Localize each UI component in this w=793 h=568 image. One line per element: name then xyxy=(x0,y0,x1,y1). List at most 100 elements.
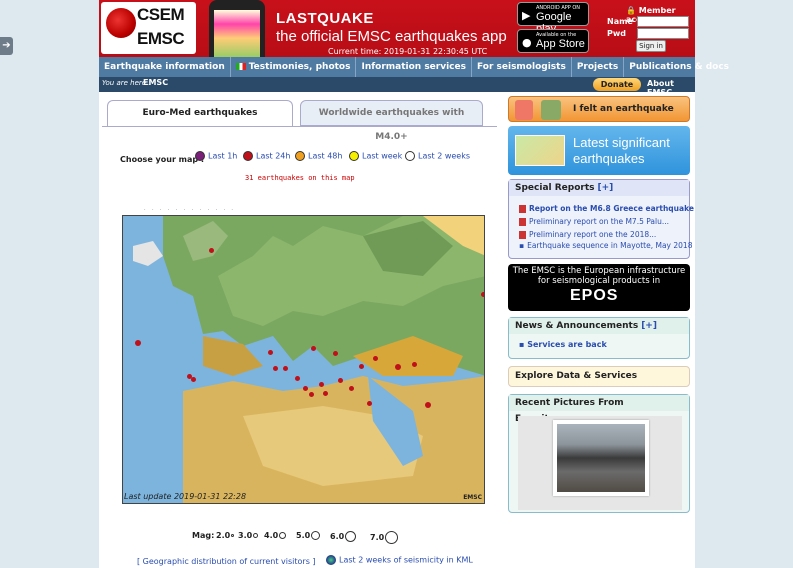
magnitude-4-0: 4.0 xyxy=(264,531,287,540)
explore-box[interactable]: Explore Data & Services xyxy=(508,366,690,387)
yellow-dot-icon xyxy=(349,151,359,161)
bullet-icon: ▪ xyxy=(519,340,528,349)
report-link[interactable]: Preliminary report on the M7.5 Palu... xyxy=(519,217,669,226)
nav-for-seismologists[interactable]: For seismologists xyxy=(472,57,572,77)
special-reports-box: Special Reports [+] Report on the M6.8 Gr… xyxy=(508,179,694,259)
nav-information-services[interactable]: Information services xyxy=(356,57,472,77)
option-last-24h[interactable]: Last 24h xyxy=(243,151,290,165)
quake-marker[interactable] xyxy=(373,356,378,361)
earthquake-count: 31 earthquakes on this map xyxy=(245,174,355,182)
quake-marker[interactable] xyxy=(191,377,196,382)
quake-marker[interactable] xyxy=(273,366,278,371)
app-store-button[interactable]: ● Available on the App Store xyxy=(517,29,589,53)
bullet-icon: ▪ xyxy=(519,241,525,250)
phone-shake-icon xyxy=(515,100,533,120)
name-input[interactable] xyxy=(637,16,689,27)
magnitude-7-0: 7.0 xyxy=(370,531,399,544)
google-play-button[interactable]: ▶ ANDROID APP ON Google play xyxy=(517,2,589,35)
report-link[interactable]: ▪ Earthquake sequence in Mayotte, May 201… xyxy=(519,241,692,250)
visitors-distribution-link[interactable]: [ Geographic distribution of current vis… xyxy=(137,557,316,566)
eyewitness-photo[interactable] xyxy=(553,420,649,496)
report-link[interactable]: Report on the M6.8 Greece earthquake xyxy=(519,204,694,213)
tab-euromed[interactable]: Euro-Med earthquakes xyxy=(107,100,293,126)
latest-significant-button[interactable]: Latest significant earthquakes xyxy=(508,126,690,175)
purple-dot-icon xyxy=(195,151,205,161)
tab-worldwide[interactable]: Worldwide earthquakes with M4.0+ xyxy=(300,100,483,142)
felt-earthquake-button[interactable]: I felt an earthquake xyxy=(508,96,690,122)
italy-flag-icon xyxy=(235,63,246,70)
map-tabs: Euro-Med earthquakes Worldwide earthquak… xyxy=(102,98,497,142)
news-more[interactable]: [+] xyxy=(641,321,657,331)
pdf-icon xyxy=(519,205,526,213)
map-watermark: EMSC xyxy=(463,494,482,501)
emsc-logo[interactable]: CSEM EMSC xyxy=(101,2,196,54)
explore-title: Explore Data & Services xyxy=(515,371,638,381)
breadcrumb-current[interactable]: EMSC xyxy=(143,78,168,87)
quake-marker[interactable] xyxy=(319,382,324,387)
epos-banner[interactable]: The EMSC is the European infrastructure … xyxy=(508,264,690,311)
quake-marker[interactable] xyxy=(283,366,288,371)
option-last-48h[interactable]: Last 48h xyxy=(295,151,342,165)
option-last-1h[interactable]: Last 1h xyxy=(195,151,237,165)
pwd-label: Pwd xyxy=(607,29,626,38)
site-header: CSEM EMSC LASTQUAKE the official EMSC ea… xyxy=(99,0,695,57)
about-emsc-link[interactable]: About EMSC xyxy=(647,79,695,97)
quake-marker[interactable] xyxy=(268,350,273,355)
nav-testimonies-photos[interactable]: Testimonies, photos xyxy=(231,57,357,77)
quake-marker[interactable] xyxy=(303,386,308,391)
magnitude-label: Mag: xyxy=(192,531,215,540)
option-last-week[interactable]: Last week xyxy=(349,151,402,165)
quake-marker[interactable] xyxy=(412,362,417,367)
epos-logo: EPOS xyxy=(570,287,619,304)
quake-marker[interactable] xyxy=(323,391,328,396)
donate-button[interactable]: Donate xyxy=(593,78,641,91)
map-graphic xyxy=(133,216,484,503)
page-container: CSEM EMSC LASTQUAKE the official EMSC ea… xyxy=(99,0,729,568)
globe-icon xyxy=(106,8,136,38)
quake-marker[interactable] xyxy=(338,378,343,383)
pdf-icon xyxy=(519,218,526,226)
app-title[interactable]: LASTQUAKE xyxy=(276,10,374,27)
news-link[interactable]: ▪ Services are back xyxy=(519,340,607,349)
house-icon xyxy=(541,100,561,120)
white-dot-icon xyxy=(405,151,415,161)
nav-projects[interactable]: Projects xyxy=(572,57,625,77)
quake-marker[interactable] xyxy=(309,392,314,397)
special-reports-title: Special Reports [+] xyxy=(509,180,689,196)
quake-marker[interactable] xyxy=(425,402,431,408)
special-reports-more[interactable]: [+] xyxy=(598,183,614,193)
magnitude-6-0: 6.0 xyxy=(330,531,357,542)
nav-publications-docs[interactable]: Publications & docs xyxy=(624,57,734,77)
apple-icon: ● xyxy=(522,36,532,49)
quake-marker[interactable] xyxy=(349,386,354,391)
quake-marker[interactable] xyxy=(209,248,214,253)
pictures-title: Recent Pictures From Eyewitnesses xyxy=(509,395,689,424)
kml-link[interactable]: Last 2 weeks of seismicity in KML xyxy=(326,555,473,565)
map-last-update: Last update 2019-01-31 22:28 xyxy=(124,492,247,501)
option-last-2-weeks[interactable]: Last 2 weeks xyxy=(405,151,470,165)
quake-marker[interactable] xyxy=(359,364,364,369)
google-earth-icon xyxy=(326,555,336,565)
side-panel-toggle[interactable]: ➔ xyxy=(0,37,13,55)
nav-earthquake-information[interactable]: Earthquake information xyxy=(99,57,231,77)
quake-marker[interactable] xyxy=(135,340,141,346)
red-quake-icon xyxy=(243,151,253,161)
password-input[interactable] xyxy=(637,28,689,39)
magnitude-3-0: 3.0 xyxy=(238,531,259,540)
report-link[interactable]: Preliminary report one the 2018... xyxy=(519,230,656,239)
quake-marker[interactable] xyxy=(311,346,316,351)
quake-marker[interactable] xyxy=(395,364,401,370)
quake-marker[interactable] xyxy=(367,401,372,406)
orange-dot-icon xyxy=(295,151,305,161)
magnitude-2-0: 2.0 xyxy=(216,531,235,540)
quake-marker[interactable] xyxy=(295,376,300,381)
logo-line2: EMSC xyxy=(137,29,185,48)
magnitude-5-0: 5.0 xyxy=(296,531,321,540)
choose-map-label: Choose your map : xyxy=(120,155,205,164)
app-subtitle[interactable]: the official EMSC earthquakes app xyxy=(276,28,507,45)
quake-marker[interactable] xyxy=(333,351,338,356)
logo-line1: CSEM xyxy=(137,5,185,24)
pdf-icon xyxy=(519,231,526,239)
seismicity-map[interactable]: Last update 2019-01-31 22:28 EMSC xyxy=(122,215,485,504)
sign-in-button[interactable]: Sign in xyxy=(636,40,666,52)
